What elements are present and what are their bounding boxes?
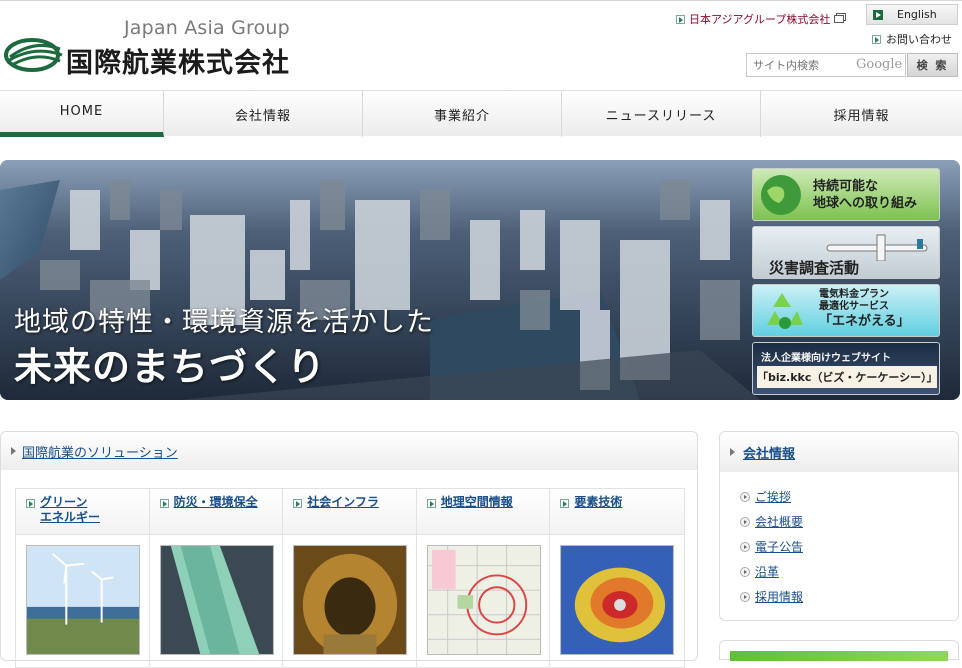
recycle-icon <box>767 293 803 329</box>
circle-arrow-icon <box>740 491 750 502</box>
solutions-grid: グリーン エネルギー 防災・環境保全 社会インフラ 地理空間情報 要素技術 <box>15 488 685 668</box>
arrow-icon <box>293 499 303 508</box>
circle-arrow-icon <box>740 516 750 527</box>
solutions-header: 国際航業のソリューション <box>1 432 697 470</box>
company-info-panel: 会社情報 ご挨拶 会社概要 電子公告 沿革 採用情報 <box>719 431 959 621</box>
sidebar-item-history[interactable]: 沿革 <box>740 559 803 584</box>
solution-label[interactable]: グリーン エネルギー <box>40 495 100 525</box>
solution-label[interactable]: 要素技術 <box>574 495 622 510</box>
hero-heading-main: 未来のまちづくり <box>14 345 327 389</box>
google-logo: Google <box>856 57 903 72</box>
arrow-icon <box>26 499 35 508</box>
circle-arrow-icon <box>740 591 750 602</box>
solution-disaster-env[interactable]: 防災・環境保全 <box>149 489 284 667</box>
company-info-header: 会社情報 <box>720 432 958 472</box>
triangle-right-icon <box>11 447 16 455</box>
solution-label[interactable]: 地理空間情報 <box>441 495 513 510</box>
inquiry-label: お問い合わせ <box>886 33 952 46</box>
english-button[interactable]: English <box>866 4 958 25</box>
banner-sustainability-text: 持続可能な 地球への取り組み <box>813 179 918 211</box>
company-logo[interactable] <box>4 35 66 75</box>
wind-turbine-image <box>26 545 140 655</box>
solutions-title[interactable]: 国際航業のソリューション <box>22 442 178 461</box>
inquiry-link[interactable]: お問い合わせ <box>872 31 952 47</box>
solution-green-energy[interactable]: グリーン エネルギー <box>16 489 150 667</box>
sidebar-item-greeting[interactable]: ご挨拶 <box>740 484 803 509</box>
banner-disaster-text: 災害調査活動 <box>769 259 860 277</box>
banner-sustainability[interactable]: 持続可能な 地球への取り組み <box>752 168 940 221</box>
arrow-icon <box>426 499 436 508</box>
sidebar-item-label: 電子公告 <box>755 540 804 554</box>
nav-recruit[interactable]: 採用情報 <box>761 91 962 137</box>
site-search: Google 検 索 <box>746 53 958 77</box>
banner-bizkkc-subtitle: 法人企業様向けウェブサイト <box>761 353 891 364</box>
group-link[interactable]: 日本アジアグループ株式会社 <box>676 11 845 27</box>
solution-label[interactable]: 社会インフラ <box>307 495 379 510</box>
nav-business[interactable]: 事業紹介 <box>363 91 562 137</box>
arrow-icon <box>872 34 881 44</box>
circle-arrow-icon <box>740 566 750 577</box>
solution-core-tech[interactable]: 要素技術 <box>550 489 684 667</box>
circle-arrow-icon <box>740 541 750 552</box>
group-tagline: Japan Asia Group <box>124 17 290 39</box>
company-info-title[interactable]: 会社情報 <box>743 443 795 462</box>
sidebar-item-overview[interactable]: 会社概要 <box>740 509 803 534</box>
sidebar-item-recruit[interactable]: 採用情報 <box>740 584 803 609</box>
globe-icon <box>761 175 801 215</box>
tunnel-image <box>293 545 408 655</box>
sidebar-item-label: 会社概要 <box>755 515 804 529</box>
english-label: English <box>897 8 937 21</box>
sidebar-item-label: 沿革 <box>755 565 780 579</box>
city-map-image <box>426 545 541 655</box>
solution-label[interactable]: 防災・環境保全 <box>174 495 258 510</box>
solutions-panel: 国際航業のソリューション グリーン エネルギー 防災・環境保全 社会インフラ 地… <box>0 431 698 668</box>
external-window-icon <box>834 15 845 23</box>
banner-enegaeru-text: 電気料金プラン 最適化サービス 「エネがえる」 <box>819 289 910 329</box>
group-link-label: 日本アジアグループ株式会社 <box>689 13 831 26</box>
triangle-right-icon <box>730 448 735 456</box>
solution-infrastructure[interactable]: 社会インフラ <box>283 489 417 667</box>
terrain-map-image <box>159 545 274 655</box>
banner-bizkkc[interactable]: 法人企業様向けウェブサイト 「biz.kkc（ビズ・ケーケーシー）」 <box>752 342 940 395</box>
sidebar-item-label: ご挨拶 <box>755 490 792 504</box>
arrow-icon <box>676 14 685 24</box>
green-banner-strip[interactable] <box>730 651 948 661</box>
sidebar-next-panel <box>719 640 959 661</box>
sidebar-item-label: 採用情報 <box>755 590 804 604</box>
search-button[interactable]: 検 索 <box>907 53 958 77</box>
global-nav: HOME 会社情報 事業紹介 ニュースリリース 採用情報 <box>0 90 962 137</box>
banner-disaster[interactable]: 災害調査活動 <box>752 226 940 279</box>
banner-enegaeru[interactable]: 電気料金プラン 最適化サービス 「エネがえる」 <box>752 284 940 337</box>
nav-company[interactable]: 会社情報 <box>164 91 363 137</box>
site-header: Japan Asia Group 国際航業株式会社 日本アジアグループ株式会社 … <box>0 0 962 90</box>
company-name[interactable]: 国際航業株式会社 <box>66 41 290 80</box>
sidebar-item-public-notice[interactable]: 電子公告 <box>740 534 803 559</box>
nav-home[interactable]: HOME <box>0 91 164 137</box>
solution-geospatial[interactable]: 地理空間情報 <box>416 489 551 667</box>
company-info-list: ご挨拶 会社概要 電子公告 沿革 採用情報 <box>740 484 803 609</box>
arrow-icon <box>159 499 169 508</box>
banner-bizkkc-title: 「biz.kkc（ビズ・ケーケーシー）」 <box>757 366 938 388</box>
arrow-icon <box>873 9 883 20</box>
heatmap-image <box>560 545 675 655</box>
arrow-icon <box>560 499 570 508</box>
nav-news[interactable]: ニュースリリース <box>562 91 761 137</box>
hero-heading-sub: 地域の特性・環境資源を活かした <box>14 307 434 338</box>
